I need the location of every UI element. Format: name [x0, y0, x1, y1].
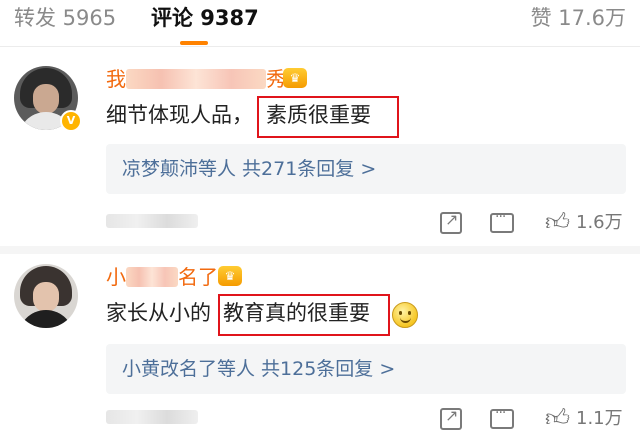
like-count: 1.6万: [576, 212, 623, 233]
reply-summary-box[interactable]: 凉梦颠沛等人 共271条回复 >: [106, 144, 626, 194]
comment-text: 细节体现人品，: [106, 103, 253, 127]
username-end: 名了: [178, 265, 218, 289]
comment-text: 家长从小的: [106, 301, 211, 325]
comment-time-blurred: [106, 410, 198, 424]
crown-icon: ♛: [283, 68, 307, 88]
avatar[interactable]: [14, 264, 78, 328]
crown-icon: ♛: [218, 266, 242, 286]
verified-badge-icon: V: [60, 110, 82, 132]
comment-tabs: 转发 5965 评论 9387 赞 17.6万: [0, 0, 640, 46]
username-start: 我: [106, 67, 126, 91]
username-mask: [126, 267, 178, 287]
thumbs-up-icon[interactable]: 👍︎: [545, 210, 570, 234]
reply-summary-link[interactable]: 小黄改名了等人 共125条回复 >: [122, 354, 395, 384]
highlighted-text: 素质很重要: [266, 103, 371, 127]
reply-summary-box[interactable]: 小黄改名了等人 共125条回复 >: [106, 344, 626, 394]
reply-summary-link[interactable]: 凉梦颠沛等人 共271条回复 >: [122, 154, 376, 184]
comment-separator: [0, 246, 640, 254]
username[interactable]: 小 名了: [106, 264, 218, 290]
active-tab-indicator: [180, 41, 208, 45]
username-start: 小: [106, 265, 126, 289]
smile-emoji-icon: [392, 302, 418, 328]
username[interactable]: 我秀: [106, 66, 286, 92]
comment-time-blurred: [106, 214, 198, 228]
share-icon[interactable]: [440, 210, 462, 234]
tabs-divider: [0, 46, 640, 47]
highlighted-text: 教育真的很重要: [223, 301, 370, 325]
comment-icon[interactable]: [490, 405, 514, 429]
comment-icon[interactable]: [490, 209, 514, 233]
tab-repost[interactable]: 转发 5965: [14, 3, 116, 33]
like-count: 1.1万: [576, 408, 623, 429]
username-mask: [126, 69, 266, 89]
tab-likes[interactable]: 赞 17.6万: [531, 3, 626, 33]
thumbs-up-icon[interactable]: 👍︎: [545, 406, 570, 430]
tab-comments[interactable]: 评论 9387: [151, 3, 259, 33]
